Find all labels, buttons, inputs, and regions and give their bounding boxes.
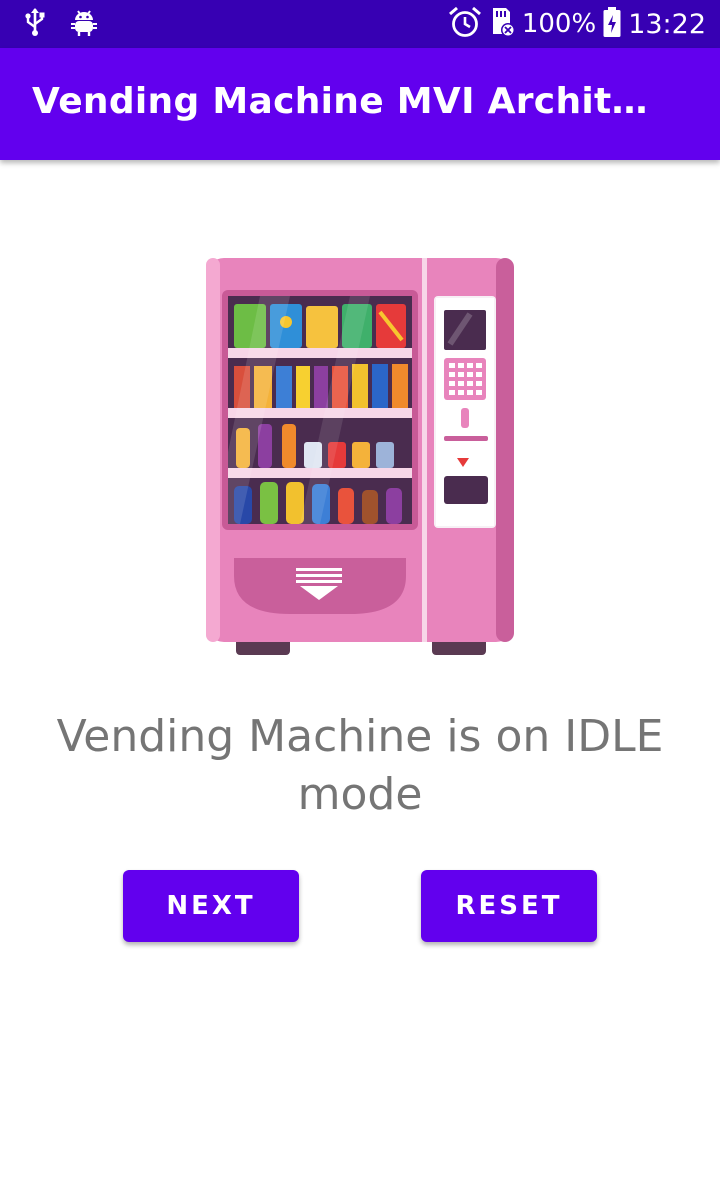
- machine-status-message: Vending Machine is on IDLE mode: [56, 711, 664, 820]
- android-debug-icon: [70, 7, 98, 42]
- status-right-icons: 100% 13:22: [448, 6, 706, 43]
- usb-icon: [24, 7, 46, 42]
- clock-time: 13:22: [628, 8, 706, 40]
- app-title: Vending Machine MVI Architecture: [32, 81, 672, 122]
- alarm-icon: [448, 6, 482, 43]
- status-left-icons: [24, 7, 98, 42]
- next-button[interactable]: NEXT: [123, 870, 299, 942]
- battery-charging-icon: [602, 6, 622, 43]
- sd-card-icon: [488, 6, 516, 43]
- battery-percent: 100%: [521, 9, 597, 39]
- status-bar: 100% 13:22: [0, 0, 720, 48]
- reset-button[interactable]: RESET: [421, 870, 597, 942]
- app-bar: Vending Machine MVI Architecture: [0, 48, 720, 160]
- vending-machine-illustration: [200, 252, 520, 660]
